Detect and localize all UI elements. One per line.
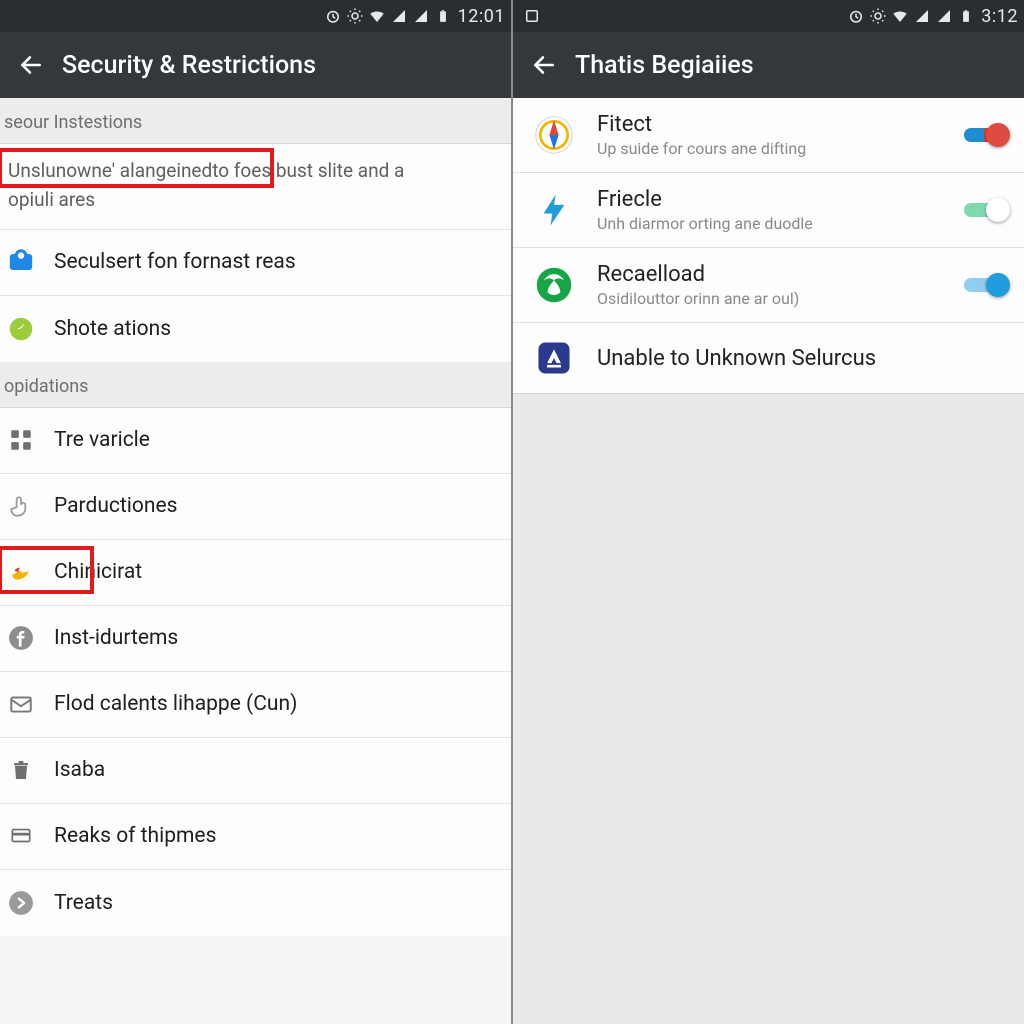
page-title: Thatis Begiaiies — [575, 51, 754, 80]
row-label: Shote ations — [54, 317, 171, 341]
bolt-icon — [533, 189, 575, 231]
row-sub: Osidilouttor orinn ane ar oul) — [597, 289, 962, 308]
desc-part-c: opiuli ares — [8, 188, 95, 211]
chevron-circle-icon — [4, 886, 38, 920]
facebook-icon — [4, 621, 38, 655]
appbar: Security & Restrictions — [0, 32, 511, 98]
signal1-icon — [913, 7, 931, 25]
statusbar: 12:01 — [0, 0, 511, 32]
row-fitect[interactable]: Fitect Up suide for cours ane difting — [513, 98, 1024, 173]
signal2-icon — [935, 7, 953, 25]
wifi-icon — [368, 7, 386, 25]
row-reaks[interactable]: Reaks of thipmes — [0, 804, 511, 870]
row-label: Seculsert fon fornast reas — [54, 250, 296, 274]
row-flod-calents[interactable]: Flod calents lihappe (Cun) — [0, 672, 511, 738]
back-button[interactable] — [525, 46, 563, 84]
row-isaba[interactable]: Isaba — [0, 738, 511, 804]
row-treats[interactable]: Treats — [0, 870, 511, 936]
row-chinicirat[interactable]: Chinicirat — [0, 540, 511, 606]
toggle-fitect[interactable] — [962, 121, 1010, 149]
row-label: Chinicirat — [54, 560, 142, 584]
signal2-icon — [412, 7, 430, 25]
row-label: Parductiones — [54, 494, 177, 518]
row-sub: Up suide for cours ane difting — [597, 139, 962, 158]
clock: 3:12 — [981, 6, 1018, 27]
leaf-circle-icon — [4, 312, 38, 346]
row-tre-varicle[interactable]: Tre varicle — [0, 408, 511, 474]
back-button[interactable] — [12, 46, 50, 84]
left-screenshot: 12:01 Security & Restrictions seour Inst… — [0, 0, 513, 1024]
compass-icon — [533, 114, 575, 156]
row-sub: Unh diarmor orting ane duodle — [597, 214, 962, 233]
row-friecle[interactable]: Friecle Unh diarmor orting ane duodle — [513, 173, 1024, 248]
row-label: Inst-idurtems — [54, 626, 178, 650]
card-icon — [4, 819, 38, 853]
hand-icon — [4, 489, 38, 523]
row-label: Fitect — [597, 112, 962, 137]
bird-icon — [4, 555, 38, 589]
row-label: Recaelload — [597, 262, 962, 287]
page-title: Security & Restrictions — [62, 51, 316, 80]
desc-part-b: es bust slite and a — [251, 159, 404, 182]
row-shote[interactable]: Shote ations — [0, 296, 511, 362]
xbox-icon — [533, 264, 575, 306]
alarm-icon — [324, 7, 342, 25]
brightness-icon — [869, 7, 887, 25]
trash-icon — [4, 753, 38, 787]
toggle-recaelload[interactable] — [962, 271, 1010, 299]
row-recaelload[interactable]: Recaelload Osidilouttor orinn ane ar oul… — [513, 248, 1024, 323]
statusbar: 3:12 — [513, 0, 1024, 32]
battery-icon — [957, 7, 975, 25]
wifi-icon — [891, 7, 909, 25]
row-label: Unable to Unknown Selurcus — [597, 346, 1010, 371]
appbar: Thatis Begiaiies — [513, 32, 1024, 98]
row-label: Flod calents lihappe (Cun) — [54, 692, 297, 716]
toggle-friecle[interactable] — [962, 196, 1010, 224]
envelope-icon — [4, 687, 38, 721]
multitask-icon — [523, 7, 541, 25]
row-inst-idurtems[interactable]: Inst-idurtems — [0, 606, 511, 672]
signal1-icon — [390, 7, 408, 25]
row-label: Treats — [54, 891, 113, 915]
desc-part-a: Unslunowne' alangeinedto fo — [8, 159, 251, 182]
right-screenshot: 3:12 Thatis Begiaiies Fitect Up suide fo… — [513, 0, 1024, 1024]
row-label: Tre varicle — [54, 428, 150, 452]
row-seculsert[interactable]: Seculsert fon fornast reas — [0, 230, 511, 296]
clock: 12:01 — [458, 6, 505, 27]
row-parductiones[interactable]: Parductiones — [0, 474, 511, 540]
battery-icon — [434, 7, 452, 25]
row-label: Reaks of thipmes — [54, 824, 216, 848]
brightness-icon — [346, 7, 364, 25]
grid-icon — [4, 423, 38, 457]
row-label: Friecle — [597, 187, 962, 212]
appstore-icon — [533, 337, 575, 379]
section-header-opidations: opidations — [0, 362, 511, 408]
section-header-instestions: seour Instestions — [0, 98, 511, 144]
shield-user-icon — [4, 245, 38, 279]
empty-area — [513, 394, 1024, 1024]
row-unable-unknown[interactable]: Unable to Unknown Selurcus — [513, 323, 1024, 394]
row-label: Isaba — [54, 758, 105, 782]
unknown-sources-description[interactable]: Unslunowne' alangeinedto foes bust slite… — [0, 144, 511, 230]
alarm-icon — [847, 7, 865, 25]
